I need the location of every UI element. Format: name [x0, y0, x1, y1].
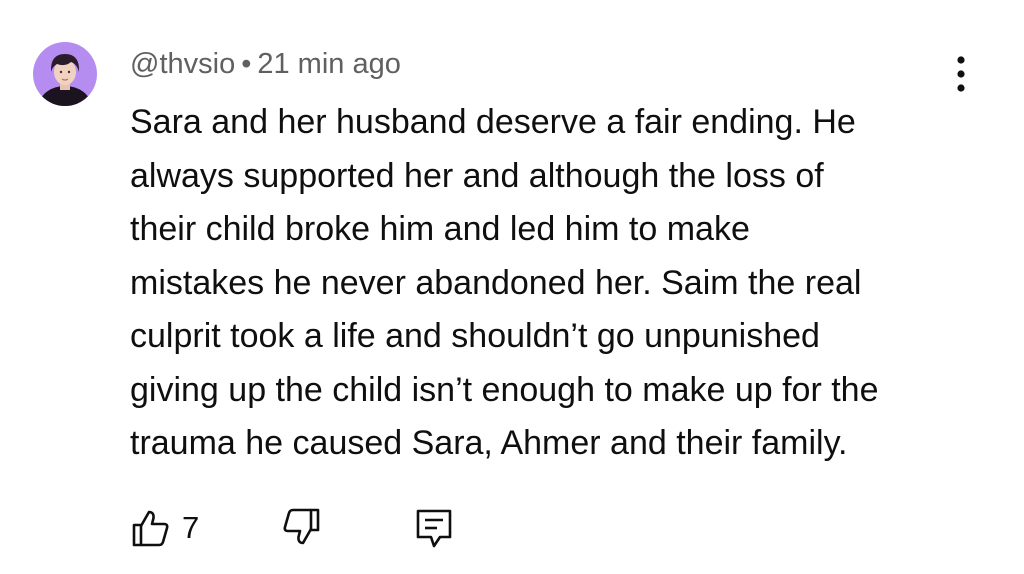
avatar-image	[33, 42, 97, 106]
thumbs-up-icon	[132, 510, 169, 547]
comment-card: @thvsio • 21 min ago Sara and her husband …	[0, 0, 1024, 574]
thumbs-down-icon	[283, 508, 320, 545]
like-button[interactable]: 7	[130, 504, 199, 552]
reply-button[interactable]	[410, 504, 458, 552]
meta-separator: •	[241, 48, 252, 80]
like-count: 7	[182, 510, 200, 545]
avatar[interactable]	[33, 42, 97, 106]
more-options-button[interactable]	[944, 50, 978, 98]
comment-actions: 7	[0, 500, 1024, 556]
author-name[interactable]: @thvsio	[130, 48, 235, 80]
vertical-dots-icon	[957, 56, 965, 92]
comment-reply-icon	[416, 509, 452, 548]
comment-timestamp: 21 min ago	[257, 48, 401, 80]
comment-text: Sara and her husband deserve a fair endi…	[130, 103, 879, 462]
dislike-button[interactable]	[270, 504, 322, 552]
comment-meta: @thvsio • 21 min ago	[130, 44, 401, 84]
